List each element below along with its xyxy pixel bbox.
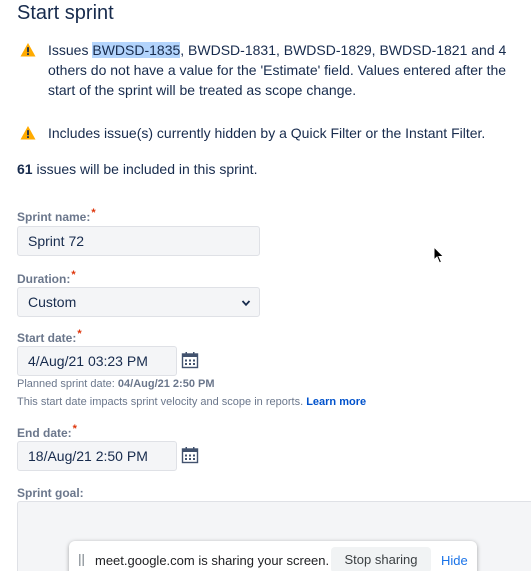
warning-triangle-icon [20,126,36,140]
estimate-warning-text: Issues BWDSD-1835, BWDSD-1831, BWDSD-182… [48,40,520,100]
screen-share-message: meet.google.com is sharing your screen. [95,553,330,568]
issue-count: 61 [17,161,33,177]
calendar-icon[interactable] [181,446,199,464]
issue-count-summary: 61 issues will be included in this sprin… [17,161,257,177]
calendar-icon[interactable] [181,351,199,369]
screen-share-bar: meet.google.com is sharing your screen. … [69,541,477,571]
sprint-goal-label: Sprint goal: [17,486,84,500]
start-sprint-dialog: Start sprint Issues BWDSD-1835, BWDSD-18… [0,0,531,571]
start-date-note-text: This start date impacts sprint velocity … [17,396,307,408]
duration-selected-value: Custom [28,294,77,310]
sprint-name-label: Sprint name:* [17,207,96,224]
planned-sprint-date: Planned sprint date: 04/Aug/21 2:50 PM [17,378,215,390]
start-date-label-text: Start date: [17,331,77,345]
hide-button[interactable]: Hide [441,553,468,568]
planned-date-label: Planned sprint date: [17,378,118,390]
stop-sharing-button[interactable]: Stop sharing [331,547,431,571]
issue-count-text: issues will be included in this sprint. [32,161,258,177]
estimate-warning-prefix: Issues [48,42,93,58]
end-date-label: End date:* [17,423,77,440]
mouse-cursor-icon [433,246,445,264]
sprint-name-label-text: Sprint name: [17,210,91,224]
end-date-input[interactable]: 18/Aug/21 2:50 PM [17,441,177,471]
start-date-label: Start date:* [17,328,82,345]
required-marker: * [91,207,96,219]
end-date-label-text: End date: [17,426,72,440]
filter-warning-text: Includes issue(s) currently hidden by a … [48,125,486,141]
start-date-input[interactable]: 4/Aug/21 03:23 PM [17,346,177,376]
dialog-title: Start sprint [17,2,114,24]
required-marker: * [77,328,82,340]
required-marker: * [71,269,76,281]
warning-triangle-icon [20,43,36,57]
required-marker: * [72,423,77,435]
drag-handle-icon[interactable] [79,554,84,566]
chevron-down-icon [241,300,251,307]
start-date-note: This start date impacts sprint velocity … [17,396,366,408]
estimate-warning: Issues BWDSD-1835, BWDSD-1831, BWDSD-182… [20,40,520,100]
planned-date-value: 04/Aug/21 2:50 PM [117,378,215,390]
learn-more-link[interactable]: Learn more [306,396,366,408]
duration-label-text: Duration: [17,272,71,286]
filter-warning: Includes issue(s) currently hidden by a … [20,123,520,143]
duration-select[interactable]: Custom [17,287,260,317]
sprint-name-input[interactable]: Sprint 72 [17,226,260,256]
duration-label: Duration:* [17,269,76,286]
highlighted-issue-key[interactable]: BWDSD-1835 [92,42,181,58]
